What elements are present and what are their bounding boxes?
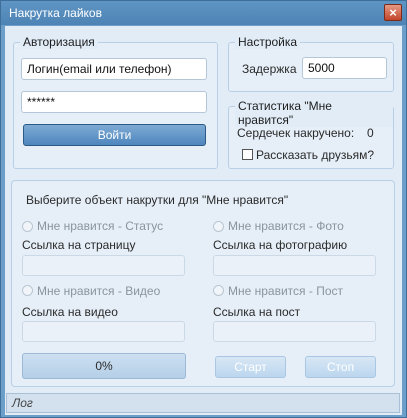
target-group: Выберите объект накрутки для "Мне нравит… <box>11 180 395 387</box>
post-radio[interactable] <box>213 285 224 296</box>
status-radio[interactable] <box>22 221 33 232</box>
post-link-input[interactable] <box>213 321 376 342</box>
share-checkbox[interactable] <box>242 149 253 160</box>
window-title: Накрутка лайков <box>9 6 102 20</box>
photo-link-label: Ссылка на фотографию <box>213 238 348 252</box>
stats-group: Статистика "Мне нравится" Сердечек накру… <box>228 99 394 169</box>
title-bar[interactable]: Накрутка лайков × <box>1 1 406 25</box>
photo-option-label[interactable]: Мне нравится - Фото <box>228 219 344 233</box>
hearts-count: 0 <box>367 126 374 140</box>
main-window: Накрутка лайков × Авторизация Логин(emai… <box>0 0 407 418</box>
status-option-label[interactable]: Мне нравится - Статус <box>37 219 163 233</box>
login-button[interactable]: Войти <box>23 124 206 146</box>
stop-button[interactable]: Стоп <box>305 356 376 378</box>
auth-legend: Авторизация <box>20 35 98 49</box>
page-link-label: Ссылка на страницу <box>22 238 136 252</box>
start-button[interactable]: Старт <box>215 356 286 378</box>
photo-radio[interactable] <box>213 221 224 232</box>
delay-input[interactable]: 5000 <box>302 57 387 79</box>
share-label[interactable]: Рассказать друзьям? <box>256 148 374 162</box>
close-icon: × <box>389 5 397 20</box>
stats-legend: Статистика "Мне нравится" <box>235 99 393 127</box>
post-option-label[interactable]: Мне нравится - Пост <box>228 284 343 298</box>
post-link-label: Ссылка на пост <box>213 305 301 319</box>
video-link-input[interactable] <box>22 321 185 342</box>
password-input[interactable]: ****** <box>21 91 207 113</box>
progress-text: 0% <box>95 359 113 373</box>
log-label[interactable]: Лог <box>12 396 33 410</box>
progress-bar: 0% <box>22 353 186 379</box>
photo-link-input[interactable] <box>213 255 376 276</box>
target-heading: Выберите объект накрутки для "Мне нравит… <box>26 193 289 207</box>
video-option-label[interactable]: Мне нравится - Видео <box>37 284 160 298</box>
close-button[interactable]: × <box>384 4 402 21</box>
delay-label: Задержка <box>242 62 297 76</box>
settings-group: Настройка Задержка 5000 <box>228 35 394 92</box>
status-bar: Лог <box>6 393 400 413</box>
hearts-label: Сердечек накручено: <box>237 126 355 140</box>
settings-legend: Настройка <box>235 35 301 49</box>
video-radio[interactable] <box>22 285 33 296</box>
auth-group: Авторизация Логин(email или телефон) ***… <box>13 35 218 169</box>
client-area: Авторизация Логин(email или телефон) ***… <box>5 26 402 415</box>
login-input[interactable]: Логин(email или телефон) <box>21 58 207 80</box>
page-link-input[interactable] <box>22 255 185 276</box>
video-link-label: Ссылка на видео <box>22 305 118 319</box>
